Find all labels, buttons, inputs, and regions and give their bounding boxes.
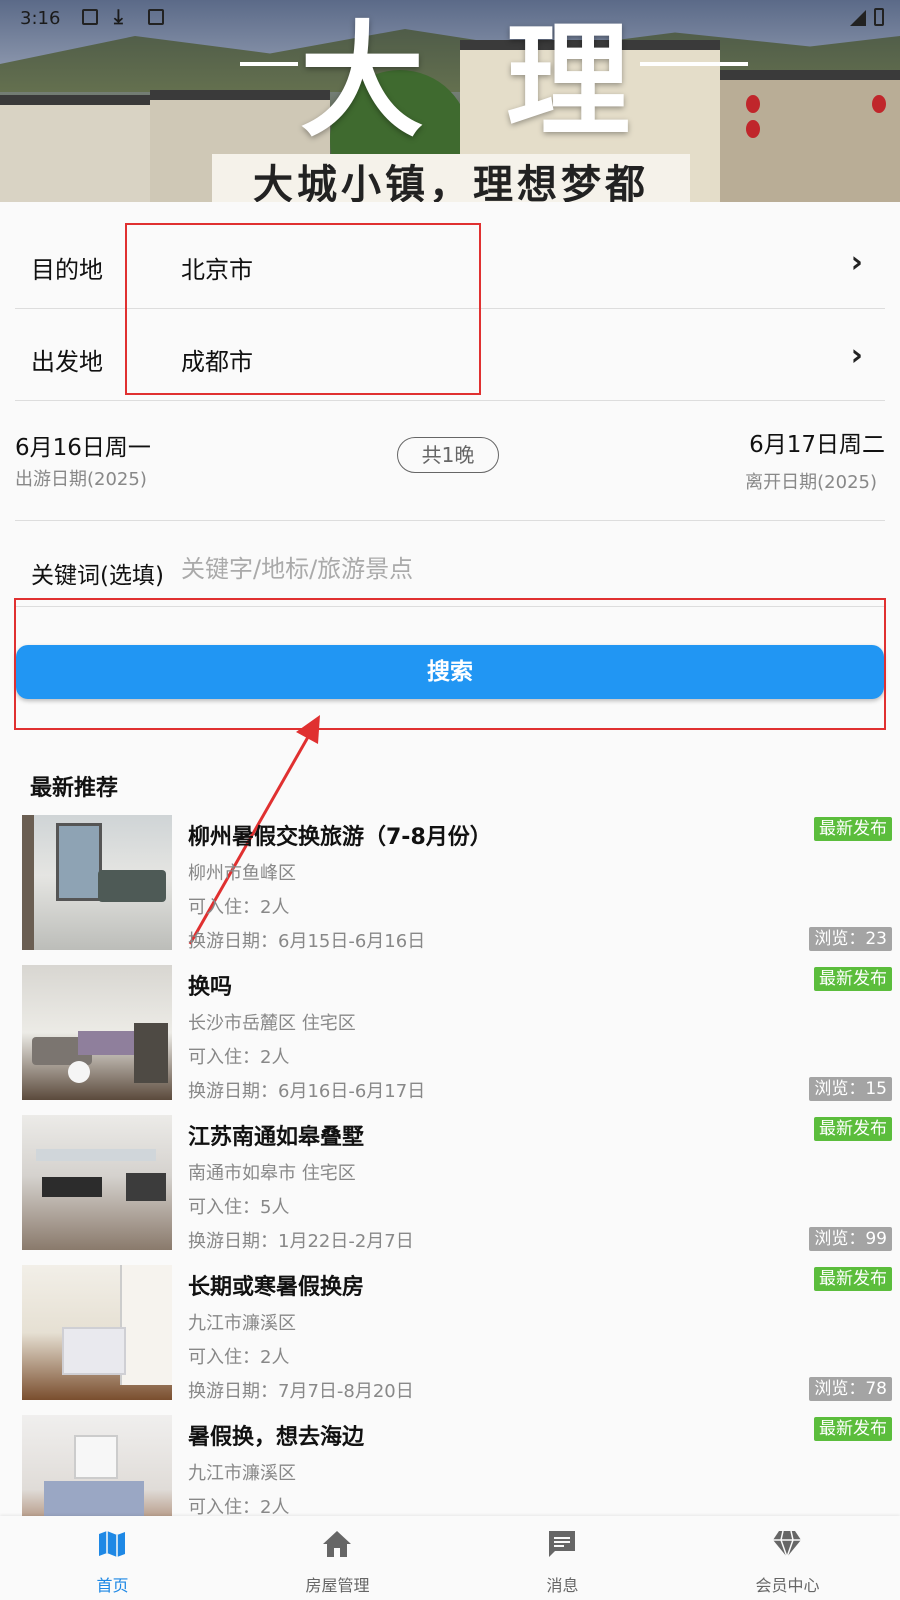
window-shape — [74, 1435, 118, 1479]
end-date-caption: 离开日期(2025) — [745, 472, 877, 493]
listing-location: 柳州市鱼峰区 — [188, 863, 296, 884]
views-badge: 浏览：23 — [809, 927, 892, 951]
listing-dates: 换游日期：6月16日-6月17日 — [188, 1081, 426, 1102]
nav-tab-label: 会员中心 — [755, 1576, 820, 1595]
cabinet-shape — [36, 1149, 156, 1161]
listing-thumbnail[interactable] — [22, 1115, 172, 1250]
bed-shape — [62, 1327, 126, 1375]
nav-tab-member[interactable]: 会员中心 — [675, 1516, 900, 1600]
sofa-shape — [126, 1173, 166, 1201]
listing-dates: 换游日期：7月7日-8月20日 — [188, 1381, 414, 1402]
banner-building — [0, 95, 160, 202]
new-badge: 最新发布 — [814, 967, 892, 991]
highlight-box-search — [14, 598, 886, 730]
listing-thumbnail[interactable] — [22, 815, 172, 950]
banner-building — [720, 70, 900, 202]
listing-thumbnail[interactable] — [22, 1265, 172, 1400]
listing-capacity: 可入住：2人 — [188, 1047, 290, 1068]
listing-item[interactable]: 长期或寒暑假换房 九江市濂溪区 可入住：2人 换游日期：7月7日-8月20日 最… — [0, 1265, 900, 1415]
listing-capacity: 可入住：5人 — [188, 1197, 290, 1218]
sofa-shape — [98, 870, 166, 902]
listing-thumbnail[interactable] — [22, 965, 172, 1100]
end-date[interactable]: 6月17日周二 — [749, 425, 885, 459]
shelf-shape — [22, 815, 34, 950]
listing-location: 南通市如皋市 住宅区 — [188, 1163, 356, 1184]
listing-capacity: 可入住：2人 — [188, 897, 290, 918]
section-title: 最新推荐 — [30, 776, 119, 801]
views-badge: 浏览：99 — [809, 1227, 892, 1251]
chevron-right-icon[interactable]: › — [851, 245, 863, 280]
departure-label: 出发地 — [31, 348, 103, 376]
diamond-icon — [773, 1530, 801, 1560]
start-date[interactable]: 6月16日周一 — [15, 428, 151, 462]
window-shape — [56, 823, 102, 901]
image-notification-icon — [82, 9, 98, 25]
new-badge: 最新发布 — [814, 1417, 892, 1441]
lantern-decoration — [746, 95, 760, 113]
listing-location: 九江市濂溪区 — [188, 1313, 296, 1334]
keyword-label: 关键词(选填) — [31, 563, 164, 589]
listing-location: 九江市濂溪区 — [188, 1463, 296, 1484]
nav-tab-house[interactable]: 房屋管理 — [225, 1516, 450, 1600]
keyword-row: 关键词(选填) — [15, 520, 885, 607]
listing-title[interactable]: 暑假换，想去海边 — [188, 1419, 364, 1451]
lantern-decoration — [872, 95, 886, 113]
listing-item[interactable]: 柳州暑假交换旅游（7-8月份） 柳州市鱼峰区 可入住：2人 换游日期：6月15日… — [0, 815, 900, 965]
app-notification-icon — [148, 9, 164, 25]
nav-tab-label: 房屋管理 — [305, 1576, 370, 1595]
table-shape — [42, 1177, 102, 1197]
start-date-caption: 出游日期(2025) — [15, 469, 147, 490]
nav-tab-messages[interactable]: 消息 — [450, 1516, 675, 1600]
listing-capacity: 可入住：2人 — [188, 1347, 290, 1368]
signal-icon — [850, 10, 866, 26]
new-badge: 最新发布 — [814, 1117, 892, 1141]
chevron-right-icon[interactable]: › — [851, 338, 863, 373]
nav-tab-home[interactable]: 首页 — [0, 1516, 225, 1600]
map-icon — [99, 1531, 125, 1557]
date-selector[interactable]: 6月16日周一 出游日期(2025) 共1晚 6月17日周二 离开日期(2025… — [15, 400, 885, 521]
views-badge: 浏览：15 — [809, 1077, 892, 1101]
nights-count: 共1晚 — [397, 437, 499, 473]
cabinet-shape — [134, 1023, 168, 1083]
new-badge: 最新发布 — [814, 817, 892, 841]
new-badge: 最新发布 — [814, 1267, 892, 1291]
keyword-input[interactable] — [179, 548, 783, 590]
listing-location: 长沙市岳麓区 住宅区 — [188, 1013, 356, 1034]
battery-icon — [874, 8, 884, 26]
status-bar: 3:16 ⤓ — [0, 0, 900, 34]
listing-title[interactable]: 换吗 — [188, 969, 232, 1001]
house-icon — [323, 1531, 351, 1557]
nav-tab-label: 消息 — [546, 1576, 579, 1595]
wardrobe-shape — [120, 1265, 172, 1385]
bed-shape — [44, 1481, 144, 1521]
listing-dates: 换游日期：1月22日-2月7日 — [188, 1231, 414, 1252]
download-icon: ⤓ — [114, 4, 123, 28]
listing-dates: 换游日期：6月15日-6月16日 — [188, 931, 426, 952]
banner-title-line — [640, 62, 748, 66]
destination-label: 目的地 — [31, 256, 103, 284]
bottom-navigation: 首页 房屋管理 消息 会员中心 — [0, 1516, 900, 1600]
listing-title[interactable]: 江苏南通如皋叠墅 — [188, 1119, 364, 1151]
banner-title-line — [240, 62, 298, 66]
status-time: 3:16 — [20, 8, 61, 29]
message-icon — [549, 1531, 575, 1557]
listing-item[interactable]: 江苏南通如皋叠墅 南通市如皋市 住宅区 可入住：5人 换游日期：1月22日-2月… — [0, 1115, 900, 1265]
views-badge: 浏览：78 — [809, 1377, 892, 1401]
banner-slogan: 大城小镇，理想梦都 — [212, 154, 690, 202]
highlight-box-location — [125, 223, 481, 395]
nav-tab-label: 首页 — [96, 1576, 129, 1595]
listing-item[interactable]: 换吗 长沙市岳麓区 住宅区 可入住：2人 换游日期：6月16日-6月17日 最新… — [0, 965, 900, 1115]
listing-title[interactable]: 柳州暑假交换旅游（7-8月份） — [188, 819, 492, 851]
bed-shape — [78, 1031, 138, 1055]
listing-title[interactable]: 长期或寒暑假换房 — [188, 1269, 364, 1301]
lantern-decoration — [746, 120, 760, 138]
table-shape — [68, 1061, 90, 1083]
